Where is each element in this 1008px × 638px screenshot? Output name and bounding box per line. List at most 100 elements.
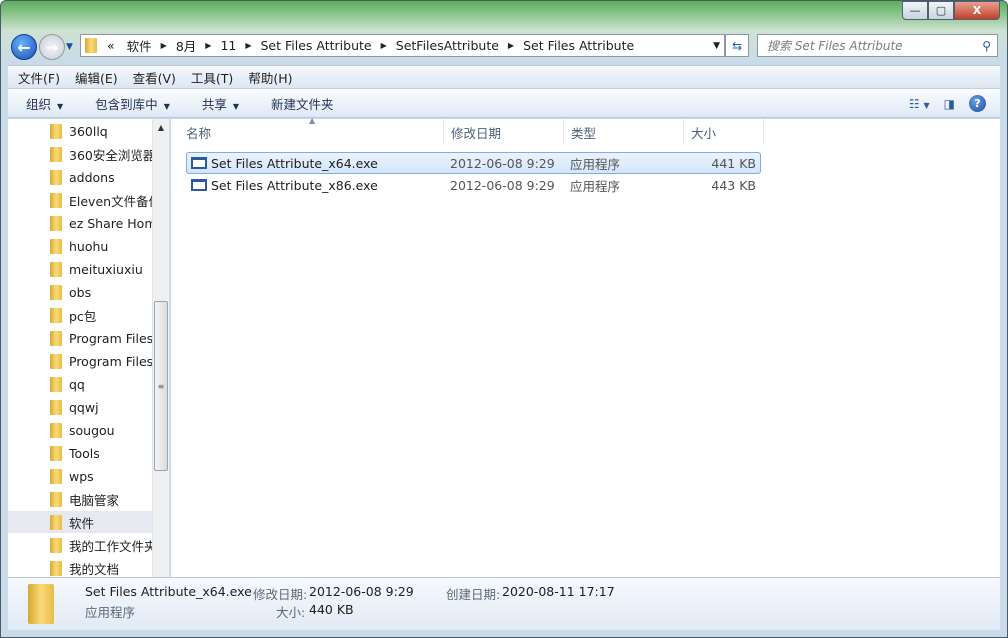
nav-item[interactable]: huohu (8, 235, 152, 257)
nav-item[interactable]: Program Files (8, 327, 152, 349)
chevron-down-icon: ▼ (163, 101, 170, 111)
nav-item-label: Tools (69, 445, 100, 461)
nav-item[interactable]: 我的工作文件夹 (8, 534, 152, 556)
nav-item[interactable]: 360llq (8, 120, 152, 142)
breadcrumb-item[interactable]: Set Files Attribute (255, 38, 378, 53)
nav-item-label: 360llq (69, 123, 108, 139)
nav-item[interactable]: Eleven文件备份 (8, 189, 152, 211)
folder-icon (50, 215, 62, 231)
folder-icon (50, 560, 62, 576)
folder-icon (50, 353, 62, 369)
nav-item-label: 软件 (69, 515, 95, 531)
chevron-right-icon[interactable]: ▶ (378, 41, 390, 50)
new-folder-button[interactable]: 新建文件夹 (253, 94, 348, 113)
column-header-size[interactable]: 大小 (684, 119, 764, 145)
forward-button[interactable]: → (39, 34, 65, 60)
nav-item[interactable]: 软件 (8, 511, 152, 533)
nav-item-label: 电脑管家 (69, 492, 120, 508)
menu-bar: 文件(F) 编辑(E) 查看(V) 工具(T) 帮助(H) (8, 65, 1000, 88)
nav-item[interactable]: 360安全浏览器 (8, 143, 152, 165)
details-created-label: 创建日期: (446, 587, 501, 602)
search-input[interactable]: 搜索 Set Files Attribute ⚲ (757, 34, 998, 57)
scrollbar-thumb[interactable]: ≡ (154, 301, 168, 471)
arrow-left-icon: ← (17, 37, 31, 57)
nav-item[interactable]: qq (8, 373, 152, 395)
file-date: 2012-06-08 9:29 (450, 155, 555, 171)
nav-item[interactable]: qqwj (8, 396, 152, 418)
folder-icon (50, 376, 62, 392)
column-header-date[interactable]: 修改日期 (444, 119, 564, 145)
file-thumbnail-icon (28, 584, 54, 624)
chevron-right-icon[interactable]: ▶ (202, 41, 214, 50)
nav-item[interactable]: obs (8, 281, 152, 303)
column-header-type[interactable]: 类型 (564, 119, 684, 145)
nav-item[interactable]: Tools (8, 442, 152, 464)
folder-icon (50, 284, 62, 300)
nav-item-label: ez Share Home (69, 215, 152, 231)
nav-item[interactable]: sougou (8, 419, 152, 441)
scroll-up-icon[interactable]: ▲ (153, 123, 169, 132)
minimize-button[interactable]: — (902, 1, 928, 20)
chevron-down-icon[interactable]: ▼ (713, 41, 720, 51)
folder-icon (50, 307, 62, 323)
nav-item-label: addons (69, 169, 115, 185)
nav-item[interactable]: wps (8, 465, 152, 487)
window-controls: — ▢ X (902, 1, 1000, 20)
breadcrumb-item[interactable]: SetFilesAttribute (390, 38, 505, 53)
organize-button[interactable]: 组织 ▼ (8, 94, 77, 113)
details-modified: 2012-06-08 9:29 (309, 584, 414, 599)
search-icon[interactable]: ⚲ (982, 39, 991, 53)
nav-item[interactable]: meituxiuxiu (8, 258, 152, 280)
chevron-right-icon[interactable]: ▶ (242, 41, 254, 50)
recent-pages-dropdown[interactable]: ▼ (66, 42, 73, 52)
command-bar: 组织 ▼ 包含到库中 ▼ 共享 ▼ 新建文件夹 ☷ ▼ ◨ ? (8, 88, 1000, 118)
preview-pane-icon[interactable]: ◨ (944, 97, 955, 111)
menu-file[interactable]: 文件(F) (8, 68, 65, 87)
nav-item[interactable]: addons (8, 166, 152, 188)
details-created: 2020-08-11 17:17 (502, 584, 615, 599)
back-button[interactable]: ← (11, 34, 37, 60)
menu-view[interactable]: 查看(V) (123, 68, 181, 87)
address-bar[interactable]: « 软件 ▶ 8月 ▶ 11 ▶ Set Files Attribute ▶ SetFi… (80, 34, 725, 57)
file-name: Set Files Attribute_x64.exe (211, 155, 378, 171)
nav-item-label: qqwj (69, 399, 99, 415)
nav-item-label: sougou (69, 422, 115, 438)
nav-item[interactable]: pc包 (8, 304, 152, 326)
breadcrumb-item[interactable]: 软件 (121, 36, 158, 55)
chevron-right-icon[interactable]: ▶ (505, 41, 517, 50)
breadcrumb-item[interactable]: 11 (214, 38, 242, 53)
include-in-library-button[interactable]: 包含到库中 ▼ (77, 94, 184, 113)
menu-help[interactable]: 帮助(H) (238, 68, 297, 87)
nav-item[interactable]: 电脑管家 (8, 488, 152, 510)
menu-edit[interactable]: 编辑(E) (65, 68, 123, 87)
nav-item-label: huohu (69, 238, 109, 254)
column-header-name[interactable]: 名称 (179, 119, 444, 145)
share-button[interactable]: 共享 ▼ (184, 94, 253, 113)
folder-icon (50, 514, 62, 530)
nav-item-label: Program Files (69, 353, 152, 369)
file-row[interactable]: Set Files Attribute_x64.exe 2012-06-08 9:… (186, 152, 761, 174)
refresh-icon: ⇆ (731, 38, 743, 53)
breadcrumb-item[interactable]: 8月 (170, 36, 202, 55)
nav-item-label: 我的工作文件夹 (69, 538, 152, 554)
nav-scrollbar[interactable]: ▲ ≡ (152, 119, 169, 577)
nav-item[interactable]: Program Files (8, 350, 152, 372)
nav-item-label: qq (69, 376, 85, 392)
nav-item[interactable]: 我的文档 (8, 557, 152, 577)
folder-icon (50, 192, 62, 208)
maximize-button[interactable]: ▢ (928, 1, 954, 20)
file-size: 441 KB (711, 155, 756, 171)
nav-item[interactable]: ez Share Home (8, 212, 152, 234)
refresh-button[interactable]: ⇆ (725, 34, 749, 57)
file-row[interactable]: Set Files Attribute_x86.exe 2012-06-08 9:… (186, 174, 761, 196)
breadcrumb-overflow[interactable]: « (101, 38, 121, 53)
help-icon[interactable]: ? (969, 95, 986, 112)
details-size-label: 大小: (276, 605, 306, 620)
navigation-pane: ▲ ≡ 360llq 360安全浏览器 addons Eleven文件备份 ez Sha… (8, 119, 170, 577)
view-options-icon[interactable]: ☷ ▼ (909, 97, 930, 111)
close-button[interactable]: X (954, 1, 1000, 20)
chevron-right-icon[interactable]: ▶ (158, 41, 170, 50)
menu-tools[interactable]: 工具(T) (181, 68, 238, 87)
details-modified-label: 修改日期: (253, 587, 308, 602)
breadcrumb-item[interactable]: Set Files Attribute (517, 38, 640, 53)
